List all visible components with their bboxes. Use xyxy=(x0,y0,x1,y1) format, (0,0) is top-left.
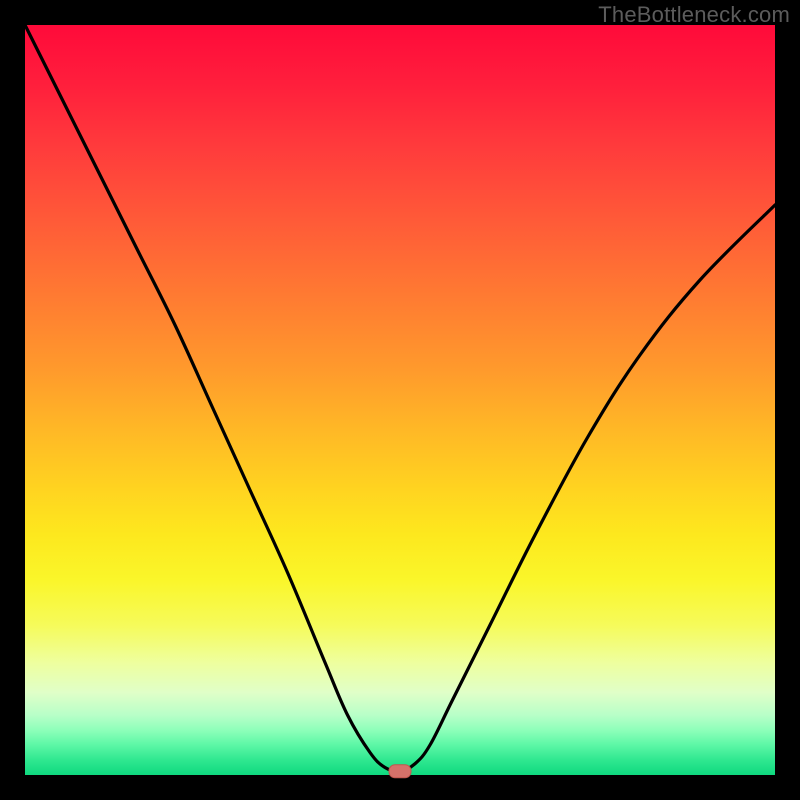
bottleneck-curve xyxy=(25,25,775,771)
chart-frame: TheBottleneck.com xyxy=(0,0,800,800)
plot-area xyxy=(25,25,775,775)
chart-svg xyxy=(25,25,775,775)
optimal-point-marker xyxy=(389,765,411,778)
